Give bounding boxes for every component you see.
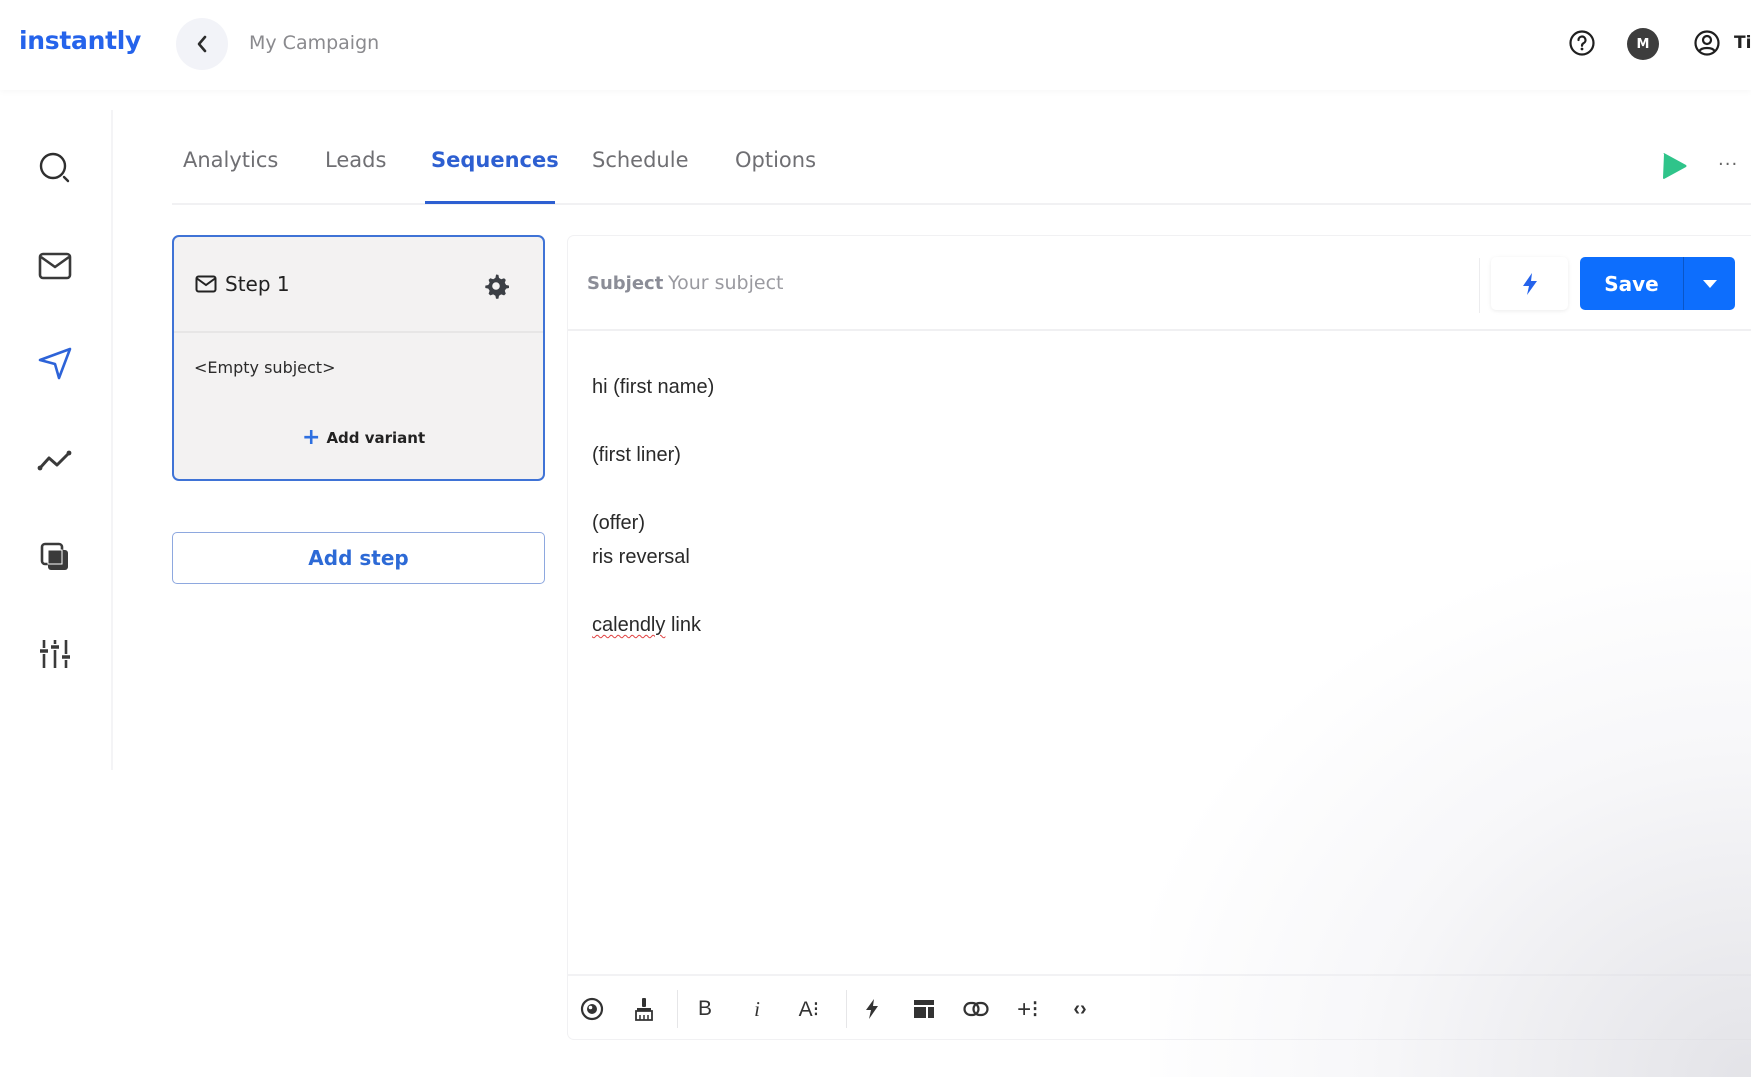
- chevron-left-icon: [197, 35, 207, 53]
- active-tab-indicator: [425, 201, 555, 204]
- more-options-button[interactable]: ···: [1718, 154, 1738, 175]
- ai-assist-button[interactable]: [1491, 257, 1568, 310]
- send-icon: [38, 347, 72, 380]
- sidebar-item-search[interactable]: [37, 150, 73, 186]
- save-button[interactable]: Save: [1580, 257, 1683, 310]
- save-options-dropdown[interactable]: [1683, 257, 1735, 310]
- body-line[interactable]: (offer): [592, 512, 645, 535]
- sidebar-item-analytics[interactable]: [37, 442, 73, 478]
- help-icon: [1569, 30, 1595, 56]
- copy-icon: [40, 542, 68, 570]
- code-icon: ‹›: [1073, 997, 1087, 1020]
- toolbar-separator: [846, 990, 847, 1028]
- subject-label: Subject: [587, 273, 664, 294]
- sliders-icon: [40, 640, 70, 668]
- bold-icon: B: [697, 997, 712, 1020]
- body-line[interactable]: (first liner): [592, 444, 681, 467]
- campaign-tabs: Analytics Leads Sequences Schedule Optio…: [172, 130, 1751, 205]
- add-variant-label: Add variant: [326, 429, 426, 447]
- user-name[interactable]: Ti: [1734, 33, 1751, 53]
- user-circle-icon: [1694, 30, 1720, 56]
- subject-input[interactable]: [668, 266, 1228, 300]
- italic-button[interactable]: i: [742, 994, 772, 1024]
- variables-icon: [866, 999, 878, 1019]
- subject-row: Subject Save: [568, 236, 1751, 331]
- step-subject-preview: <Empty subject>: [194, 358, 336, 377]
- sidebar-item-campaigns[interactable]: [37, 345, 73, 381]
- variables-button[interactable]: [857, 994, 887, 1024]
- email-editor: Subject Save hi (first name) (first line…: [567, 235, 1751, 1040]
- save-button-group: Save: [1580, 257, 1735, 310]
- step-header: Step 1: [174, 237, 543, 333]
- divider: [1479, 258, 1480, 313]
- sidebar-item-templates[interactable]: [37, 539, 73, 575]
- analytics-icon: [37, 450, 72, 471]
- gear-icon[interactable]: [483, 273, 509, 299]
- sidebar-item-unibox[interactable]: [37, 248, 73, 284]
- plus-icon: +: [302, 425, 321, 450]
- step-title: Step 1: [225, 272, 290, 296]
- body-text: link: [665, 614, 701, 636]
- account-button[interactable]: [1692, 28, 1722, 58]
- body-line[interactable]: hi (first name): [592, 376, 714, 399]
- sequence-step-card[interactable]: Step 1 <Empty subject> + Add variant: [172, 235, 545, 481]
- body-line[interactable]: ris reversal: [592, 546, 690, 569]
- italic-icon: i: [754, 996, 760, 1021]
- link-button[interactable]: [961, 994, 991, 1024]
- tab-schedule[interactable]: Schedule: [592, 148, 689, 172]
- body-line[interactable]: calendly link: [592, 614, 701, 637]
- clear-format-button[interactable]: [629, 994, 659, 1024]
- code-button[interactable]: ‹›: [1065, 994, 1095, 1024]
- link-icon: [963, 1001, 989, 1017]
- logo[interactable]: instantly: [19, 26, 141, 55]
- tab-sequences[interactable]: Sequences: [431, 148, 559, 172]
- sidebar-item-settings[interactable]: [37, 636, 73, 672]
- insert-button[interactable]: +⁝: [1013, 994, 1043, 1024]
- tab-leads[interactable]: Leads: [325, 148, 386, 172]
- preview-icon: [580, 997, 604, 1021]
- font-size-icon: A⁝: [798, 997, 820, 1021]
- help-button[interactable]: [1567, 28, 1597, 58]
- mail-icon: [195, 275, 217, 293]
- misspelled-word[interactable]: calendly: [592, 614, 665, 636]
- preview-button[interactable]: [577, 994, 607, 1024]
- clean-format-icon: [635, 998, 653, 1021]
- search-icon: [39, 152, 70, 183]
- add-variant-button[interactable]: + Add variant: [302, 425, 426, 450]
- template-icon: [914, 1000, 934, 1018]
- toolbar-separator: [677, 990, 678, 1028]
- lightning-icon: [1522, 272, 1537, 295]
- campaign-name: My Campaign: [249, 32, 380, 54]
- tab-analytics[interactable]: Analytics: [183, 148, 278, 172]
- left-sidebar: [0, 110, 113, 770]
- bold-button[interactable]: B: [690, 994, 720, 1024]
- editor-toolbar: B i A⁝ +⁝ ‹›: [568, 974, 1751, 1041]
- insert-icon: +⁝: [1017, 995, 1039, 1023]
- tab-options[interactable]: Options: [735, 148, 816, 172]
- mail-icon: [38, 252, 72, 280]
- launch-campaign-button[interactable]: [1660, 151, 1688, 181]
- template-button[interactable]: [909, 994, 939, 1024]
- font-size-button[interactable]: A⁝: [794, 994, 824, 1024]
- add-step-button[interactable]: Add step: [172, 532, 545, 584]
- top-header: instantly My Campaign M Ti: [0, 0, 1751, 90]
- back-button[interactable]: [176, 18, 228, 70]
- workspace-avatar[interactable]: M: [1627, 28, 1659, 60]
- caret-down-icon: [1702, 279, 1717, 288]
